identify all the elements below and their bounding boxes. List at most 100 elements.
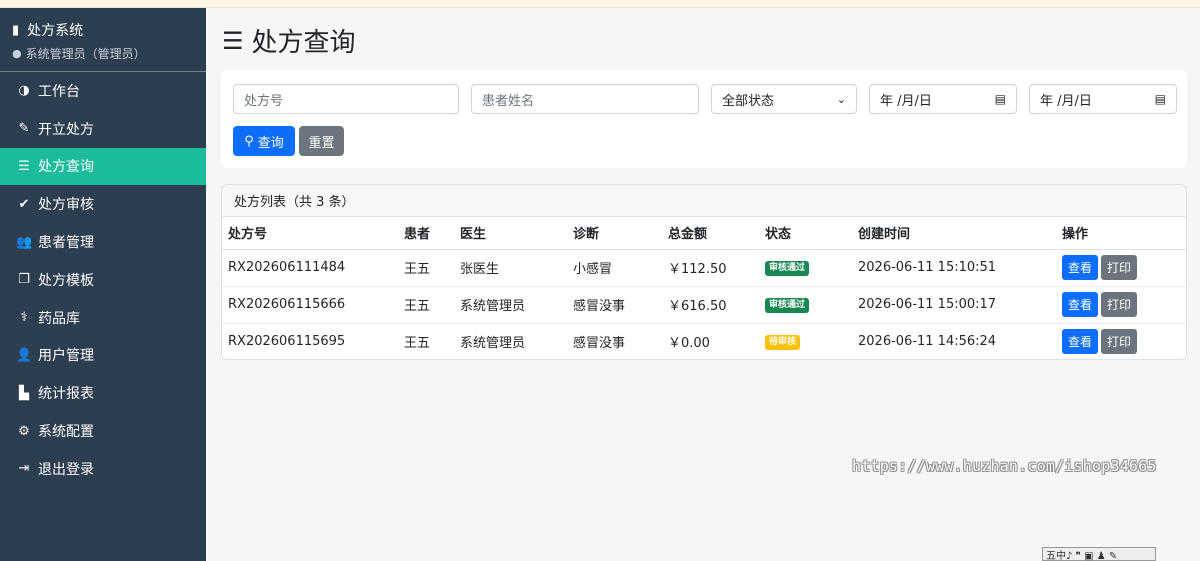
cell-status: 待审核 [759, 323, 852, 359]
sidebar-item-label: 统计报表 [38, 386, 94, 403]
sidebar: ▮ 处方系统 ● 系统管理员（管理员） ◑ 工作台 ✎ 开立处方 ☰ 处方查询 ✔ 处方审核 👥… [0, 8, 206, 561]
cell-doctor: 系统管理员 [460, 336, 526, 352]
reset-button[interactable]: 重置 [299, 126, 344, 156]
cell-rx-no: RX202606115666 [222, 286, 398, 324]
column-header: 总金额 [662, 217, 759, 250]
sidebar-item-label: 开立处方 [38, 121, 94, 138]
cell-diagnosis: 小感冒 [567, 249, 662, 287]
print-button[interactable]: 打印 [1101, 292, 1138, 317]
reset-button-label: 重置 [308, 135, 335, 151]
status-badge: 审核通过 [765, 261, 810, 276]
date-to-value: 年 /月/日 [1040, 93, 1092, 109]
brand-user-text: 系统管理员（管理员） [25, 47, 146, 61]
sidebar-item-7[interactable]: 👤 用户管理 [0, 337, 206, 375]
sidebar-item-1[interactable]: ✎ 开立处方 [0, 110, 206, 148]
view-button[interactable]: 查看 [1062, 255, 1099, 280]
sidebar-item-label: 药品库 [38, 310, 80, 327]
table-row: RX202606111484 王五 张医生 小感冒 ￥112.50 审核通过 2026-06… [222, 249, 1186, 287]
filter-card: 处方号 患者姓名 全部状态 ⌄ 年 /月/日 ▤ 年 /月/日 ▤ ⚲ 查询 重… [221, 70, 1187, 168]
sidebar-item-3[interactable]: ✔ 处方审核 [0, 185, 206, 223]
date-to-input[interactable]: 年 /月/日 ▤ [1029, 84, 1177, 114]
chevron-down-icon: ⌄ [836, 92, 846, 106]
date-from-value: 年 /月/日 [880, 93, 932, 109]
main-content: ☰ 处方查询 处方号 患者姓名 全部状态 ⌄ 年 /月/日 ▤ 年 /月/日 ▤… [206, 8, 1200, 561]
column-header: 诊断 [567, 217, 662, 250]
cell-created: 2026-06-11 15:00:17 [852, 286, 1056, 324]
sidebar-item-6[interactable]: ⚕ 药品库 [0, 299, 206, 337]
user-circle-icon: ● [12, 47, 22, 60]
brand-title: ▮ 处方系统 [12, 20, 194, 40]
search-button[interactable]: ⚲ 查询 [233, 126, 295, 156]
table-header-row: 处方号 患者 医生 诊断 总金额 状态 创建时间 操作 [222, 217, 1186, 250]
sidebar-nav: ◑ 工作台 ✎ 开立处方 ☰ 处方查询 ✔ 处方审核 👥 患者管理 ❐ 处方模板 ⚕ 药品库 👤 用户管理 ▙ 统… [0, 72, 206, 488]
cell-created: 2026-06-11 15:10:51 [852, 249, 1056, 287]
cell-amount: ￥616.50 [662, 286, 759, 324]
top-strip [0, 0, 1200, 8]
status-select-value: 全部状态 [722, 93, 775, 109]
patient-name-placeholder: 患者姓名 [482, 93, 535, 109]
search-icon: ⚲ [244, 133, 254, 149]
brand-user: ● 系统管理员（管理员） [12, 45, 194, 62]
calendar-icon[interactable]: ▤ [995, 92, 1006, 106]
print-button[interactable]: 打印 [1101, 329, 1138, 355]
column-header: 处方号 [222, 217, 398, 250]
view-button[interactable]: 查看 [1062, 292, 1099, 317]
status-select[interactable]: 全部状态 ⌄ [711, 84, 857, 114]
status-badge: 审核通过 [765, 298, 810, 313]
ime-toolbar[interactable]: 五中♪ ❞ ▣ ♟ ✎ [1042, 547, 1156, 561]
cell-rx-no: RX202606111484 [222, 249, 398, 287]
sidebar-item-10[interactable]: ⇥ 退出登录 [0, 450, 206, 488]
cell-created: 2026-06-11 14:56:24 [858, 334, 997, 350]
column-header: 状态 [759, 217, 852, 250]
cell-actions: 查看 打印 [1056, 249, 1186, 287]
cell-patient: 王五 [404, 336, 431, 352]
cell-amount: ￥0.00 [668, 336, 710, 352]
date-from-input[interactable]: 年 /月/日 ▤ [869, 84, 1017, 114]
page-title-text: 处方查询 [251, 28, 356, 58]
cell-amount: ￥112.50 [662, 249, 759, 287]
brand-title-text: 处方系统 [27, 23, 84, 39]
watermark-text: https://www.huzhan.com/ishop34665 [852, 457, 1157, 475]
nav-icon: ◑ [18, 83, 30, 99]
cell-patient: 王五 [398, 249, 454, 287]
table-body: RX202606111484 王五 张医生 小感冒 ￥112.50 审核通过 2026-06… [222, 249, 1186, 359]
cell-diagnosis: 感冒没事 [567, 286, 662, 324]
cell-patient: 王五 [398, 286, 454, 324]
nav-icon: ▙ [19, 385, 29, 401]
sidebar-item-8[interactable]: ▙ 统计报表 [0, 374, 206, 412]
cell-actions: 查看 打印 [1056, 323, 1186, 359]
cell-status: 审核通过 [759, 249, 852, 287]
sidebar-item-label: 系统配置 [38, 424, 94, 441]
cell-doctor: 张医生 [454, 249, 567, 287]
sidebar-item-5[interactable]: ❐ 处方模板 [0, 261, 206, 299]
nav-icon: ✎ [18, 121, 30, 137]
table-row: RX202606115695 王五 系统管理员 感冒没事 ￥0.00 待审核 2026-06… [222, 323, 1186, 359]
sidebar-item-2[interactable]: ☰ 处方查询 [0, 147, 206, 186]
cell-actions: 查看 打印 [1056, 286, 1186, 324]
print-button[interactable]: 打印 [1101, 255, 1138, 280]
sidebar-item-0[interactable]: ◑ 工作台 [0, 72, 206, 110]
status-badge: 待审核 [765, 335, 801, 351]
list-header: 处方列表（共 3 条） [222, 185, 1186, 217]
column-header: 操作 [1056, 217, 1186, 250]
prescription-list-card: 处方列表（共 3 条） 处方号 患者 医生 诊断 总金额 状态 创建时间 操作 RX20260… [221, 184, 1187, 360]
view-button[interactable]: 查看 [1062, 329, 1099, 355]
nav-icon: 👥 [16, 234, 33, 250]
cell-diagnosis: 感冒没事 [573, 336, 626, 352]
sidebar-item-9[interactable]: ⚙ 系统配置 [0, 412, 206, 450]
sidebar-item-label: 处方查询 [38, 159, 94, 176]
patient-name-input[interactable]: 患者姓名 [471, 84, 699, 114]
rx-number-placeholder: 处方号 [244, 93, 284, 109]
list-icon: ☰ [222, 26, 244, 55]
sidebar-item-label: 工作台 [38, 83, 80, 100]
cell-rx-no: RX202606115695 [228, 334, 346, 350]
search-button-label: 查询 [257, 135, 284, 151]
nav-icon: 👤 [16, 347, 33, 363]
prescription-table: 处方号 患者 医生 诊断 总金额 状态 创建时间 操作 RX202606111484 王五 张医生… [222, 217, 1186, 359]
nav-icon: ⇥ [18, 461, 30, 477]
nav-icon: ☰ [18, 158, 30, 174]
rx-number-input[interactable]: 处方号 [233, 84, 459, 114]
nav-icon: ✔ [18, 196, 30, 212]
calendar-icon[interactable]: ▤ [1155, 92, 1166, 106]
sidebar-item-4[interactable]: 👥 患者管理 [0, 223, 206, 261]
